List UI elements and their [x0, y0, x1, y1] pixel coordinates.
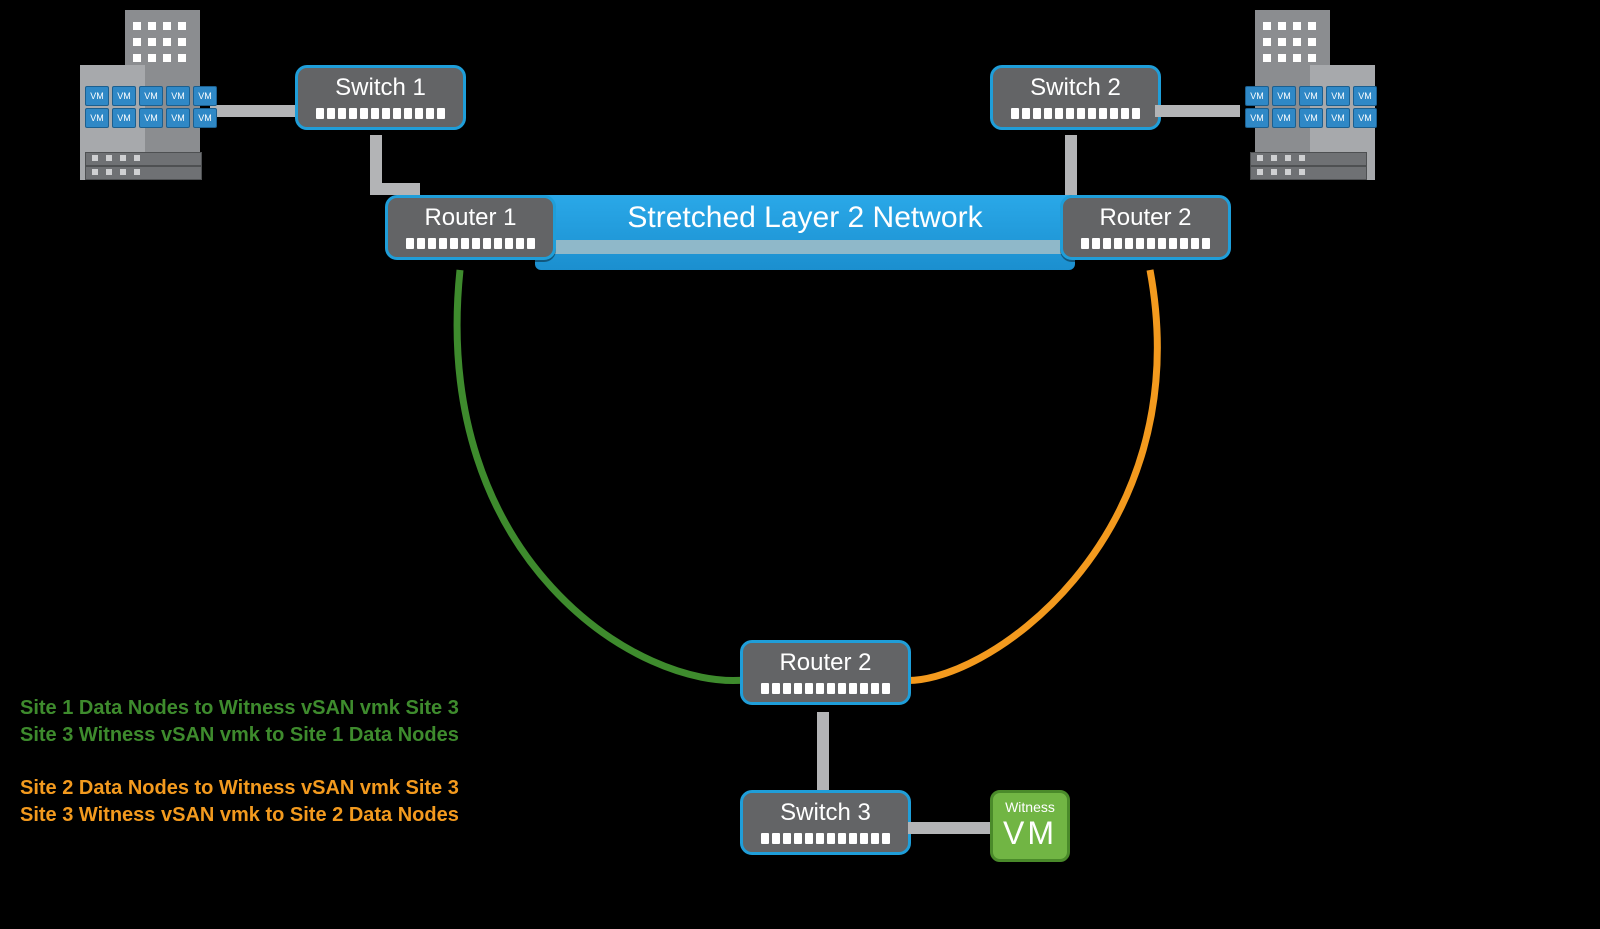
orange-path [900, 270, 1157, 680]
site1-vm-row-1: VMVMVMVMVM [85, 86, 217, 106]
stretched-l2-bar: Stretched Layer 2 Network [535, 195, 1075, 270]
switch-2-ports [993, 104, 1158, 127]
site1-vm-row-2: VMVMVMVMVM [85, 108, 217, 128]
conn-switch1-router1-h [370, 183, 420, 195]
router-2-bottom: Router 2 [740, 640, 911, 705]
switch-3: Switch 3 [740, 790, 911, 855]
diagram-canvas: Stretched Layer 2 Network Switch 1 Switc… [0, 0, 1600, 929]
router-1-label: Router 1 [388, 198, 553, 234]
router-1-ports [388, 234, 553, 257]
legend-green-line-2: Site 3 Witness vSAN vmk to Site 1 Data N… [20, 722, 459, 749]
conn-switch3-witness [908, 822, 990, 834]
site2-vm-row-2: VMVMVMVMVM [1245, 108, 1377, 128]
legend-orange: Site 2 Data Nodes to Witness vSAN vmk Si… [20, 775, 459, 829]
conn-router2b-switch3 [817, 712, 829, 790]
legend-green-line-1: Site 1 Data Nodes to Witness vSAN vmk Si… [20, 695, 459, 722]
switch-3-ports [743, 829, 908, 852]
conn-site2-switch2 [1155, 105, 1240, 117]
legend-orange-line-1: Site 2 Data Nodes to Witness vSAN vmk Si… [20, 775, 459, 802]
stretched-l2-label: Stretched Layer 2 Network [627, 201, 982, 235]
legend-green: Site 1 Data Nodes to Witness vSAN vmk Si… [20, 695, 459, 749]
router-1: Router 1 [385, 195, 556, 260]
router-2-top-label: Router 2 [1063, 198, 1228, 234]
site2-vm-row-1: VMVMVMVMVM [1245, 86, 1377, 106]
conn-site1-switch1 [210, 105, 295, 117]
switch-3-label: Switch 3 [743, 793, 908, 829]
site-1-building: VMVMVMVMVM VMVMVMVMVM [70, 10, 220, 190]
switch-1: Switch 1 [295, 65, 466, 130]
switch-2-label: Switch 2 [993, 68, 1158, 104]
site-2-building: VMVMVMVMVM VMVMVMVMVM [1235, 10, 1385, 190]
l2-inner-line [540, 240, 1070, 254]
legend-orange-line-2: Site 3 Witness vSAN vmk to Site 2 Data N… [20, 802, 459, 829]
switch-2: Switch 2 [990, 65, 1161, 130]
router-2-top-ports [1063, 234, 1228, 257]
switch-1-ports [298, 104, 463, 127]
green-path [457, 270, 745, 681]
router-2-bottom-ports [743, 679, 908, 702]
router-2-top: Router 2 [1060, 195, 1231, 260]
router-2-bottom-label: Router 2 [743, 643, 908, 679]
witness-small-label: Witness [993, 793, 1067, 815]
witness-big-label: VM [993, 815, 1067, 856]
witness-vm: Witness VM [990, 790, 1070, 862]
switch-1-label: Switch 1 [298, 68, 463, 104]
conn-switch2-router2-v [1065, 135, 1077, 195]
